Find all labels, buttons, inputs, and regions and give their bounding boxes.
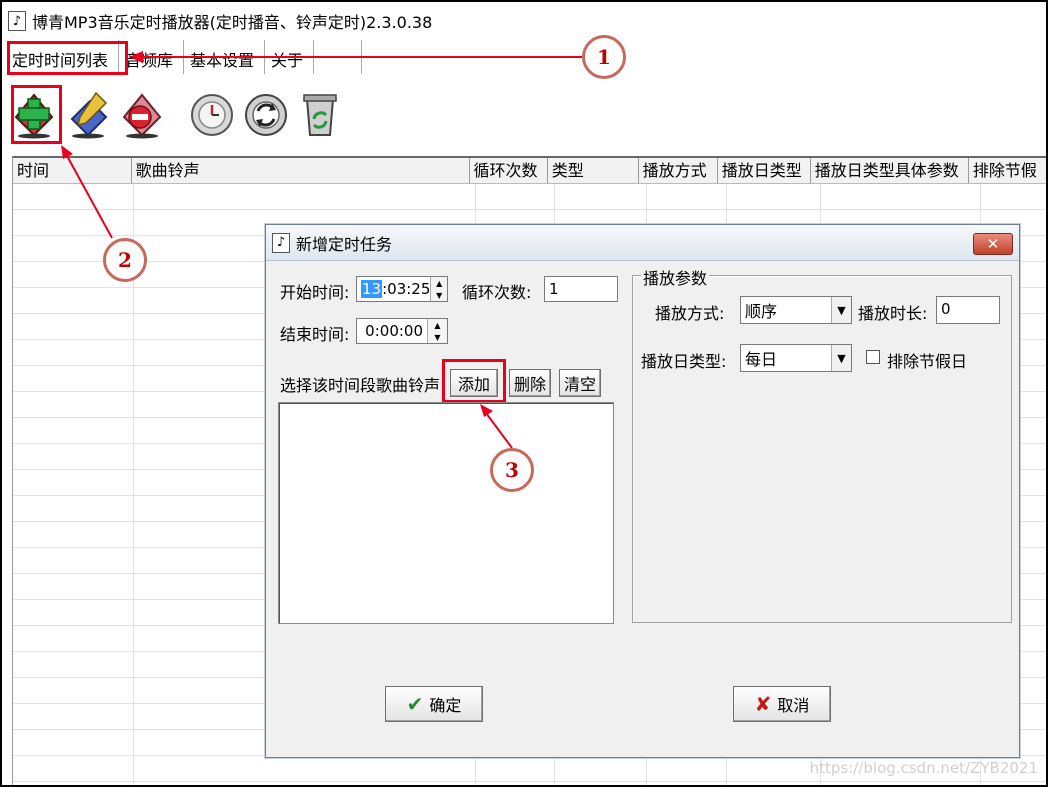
loop-count-input[interactable]: 1: [544, 276, 618, 302]
column-header-day-type[interactable]: 播放日类型: [718, 158, 811, 183]
chevron-down-icon: ▼: [831, 297, 851, 323]
column-header-loop[interactable]: 循环次数: [470, 158, 548, 183]
annotation-marker-1: 1: [582, 35, 626, 79]
highlight-box-add: [11, 85, 62, 144]
edit-task-icon: [70, 91, 108, 139]
tab-spacer: [314, 40, 363, 74]
refresh-button[interactable]: [242, 87, 290, 141]
play-mode-value: 顺序: [745, 302, 778, 321]
exclude-holidays-checkbox[interactable]: [866, 350, 880, 364]
column-header-time[interactable]: 时间: [13, 158, 132, 183]
recycle-bin-button[interactable]: [296, 87, 344, 141]
spin-up-icon: ▲: [434, 320, 441, 330]
ok-button[interactable]: ✔ 确定: [385, 686, 483, 722]
title-bar: ♪ 博青MP3音乐定时播放器(定时播音、铃声定时)2.3.0.38: [2, 6, 1046, 36]
play-mode-select[interactable]: 顺序 ▼: [740, 296, 852, 324]
ok-label: 确定: [429, 696, 462, 715]
dialog-close-button[interactable]: ✕: [973, 233, 1013, 255]
song-list[interactable]: [278, 402, 614, 624]
spin-down-icon: ▼: [434, 332, 441, 342]
checkmark-icon: ✔: [406, 692, 424, 716]
annotation-marker-2: 2: [103, 238, 147, 282]
end-time-spinner[interactable]: ▲ ▼: [427, 319, 447, 343]
new-task-dialog: ♪ 新增定时任务 ✕ 开始时间: 13:03:25 ▲ ▼ 循环次数: 1 结束时…: [265, 224, 1020, 758]
play-params-title: 播放参数: [641, 265, 710, 289]
start-hour-selection: 13: [361, 280, 383, 298]
dialog-title-bar: ♪ 新增定时任务: [266, 225, 1019, 261]
songs-label: 选择该时间段歌曲铃声:: [280, 376, 446, 395]
cross-icon: ✘: [754, 692, 772, 716]
delete-task-icon: [122, 93, 162, 139]
table-header: 时间 歌曲铃声 循环次数 类型 播放方式 播放日类型 播放日类型具体参数 排除节…: [13, 158, 1046, 184]
highlight-box-tab: [7, 41, 128, 75]
play-params-group: 播放参数 播放方式: 顺序 ▼ 播放时长: 0 播放日类型: 每日 ▼ 排除节假…: [632, 265, 1012, 623]
tab-basic-settings[interactable]: 基本设置: [184, 40, 266, 74]
start-time-rest: :03:25: [382, 280, 431, 298]
tab-audio-library[interactable]: 音频库: [119, 40, 185, 74]
play-mode-label: 播放方式:: [655, 304, 725, 323]
column-header-play-mode[interactable]: 播放方式: [639, 158, 718, 183]
highlight-box-add-song: [442, 359, 506, 403]
dialog-title: 新增定时任务: [296, 234, 393, 254]
start-time-spinner[interactable]: ▲ ▼: [430, 277, 447, 301]
duration-input[interactable]: 0: [936, 296, 1000, 324]
spin-up-icon: ▲: [436, 278, 443, 288]
start-time-input[interactable]: 13:03:25 ▲ ▼: [356, 276, 448, 302]
recycle-bin-icon: [303, 94, 337, 136]
day-type-label: 播放日类型:: [641, 352, 727, 371]
clear-songs-button[interactable]: 清空: [559, 369, 601, 397]
window-title: 博青MP3音乐定时播放器(定时播音、铃声定时)2.3.0.38: [32, 13, 433, 32]
chevron-down-icon: ▼: [831, 345, 851, 371]
end-time-label: 结束时间:: [280, 325, 350, 344]
delete-song-button[interactable]: 删除: [509, 369, 551, 397]
music-note-icon: ♪: [8, 11, 26, 31]
start-time-label: 开始时间:: [280, 283, 350, 302]
end-time-value: 0:00:00: [365, 322, 423, 340]
day-type-value: 每日: [745, 350, 778, 369]
watermark: https://blog.csdn.net/ZYB2021: [809, 759, 1038, 777]
tab-about[interactable]: 关于: [265, 40, 315, 74]
app-window: ♪ 博青MP3音乐定时播放器(定时播音、铃声定时)2.3.0.38 定时时间列表…: [0, 0, 1048, 787]
cancel-label: 取消: [777, 696, 810, 715]
timer-button[interactable]: [188, 87, 236, 141]
spin-down-icon: ▼: [436, 290, 443, 300]
exclude-holidays-label: 排除节假日: [887, 352, 968, 371]
delete-task-button[interactable]: [118, 87, 166, 141]
column-header-exclude[interactable]: 排除节假: [969, 158, 1046, 183]
column-header-day-params[interactable]: 播放日类型具体参数: [811, 158, 969, 183]
duration-label: 播放时长:: [858, 304, 928, 323]
refresh-icon: [245, 94, 287, 136]
timer-icon: [191, 94, 233, 136]
annotation-marker-3: 3: [490, 448, 534, 492]
day-type-select[interactable]: 每日 ▼: [740, 344, 852, 372]
end-time-input[interactable]: 0:00:00 ▲ ▼: [356, 318, 448, 344]
cancel-button[interactable]: ✘ 取消: [733, 686, 831, 722]
close-icon: ✕: [986, 235, 1000, 253]
column-header-song[interactable]: 歌曲铃声: [132, 158, 470, 183]
edit-task-button[interactable]: [64, 87, 112, 141]
loop-count-label: 循环次数:: [462, 283, 532, 302]
column-header-type[interactable]: 类型: [548, 158, 639, 183]
music-note-icon: ♪: [272, 232, 290, 253]
